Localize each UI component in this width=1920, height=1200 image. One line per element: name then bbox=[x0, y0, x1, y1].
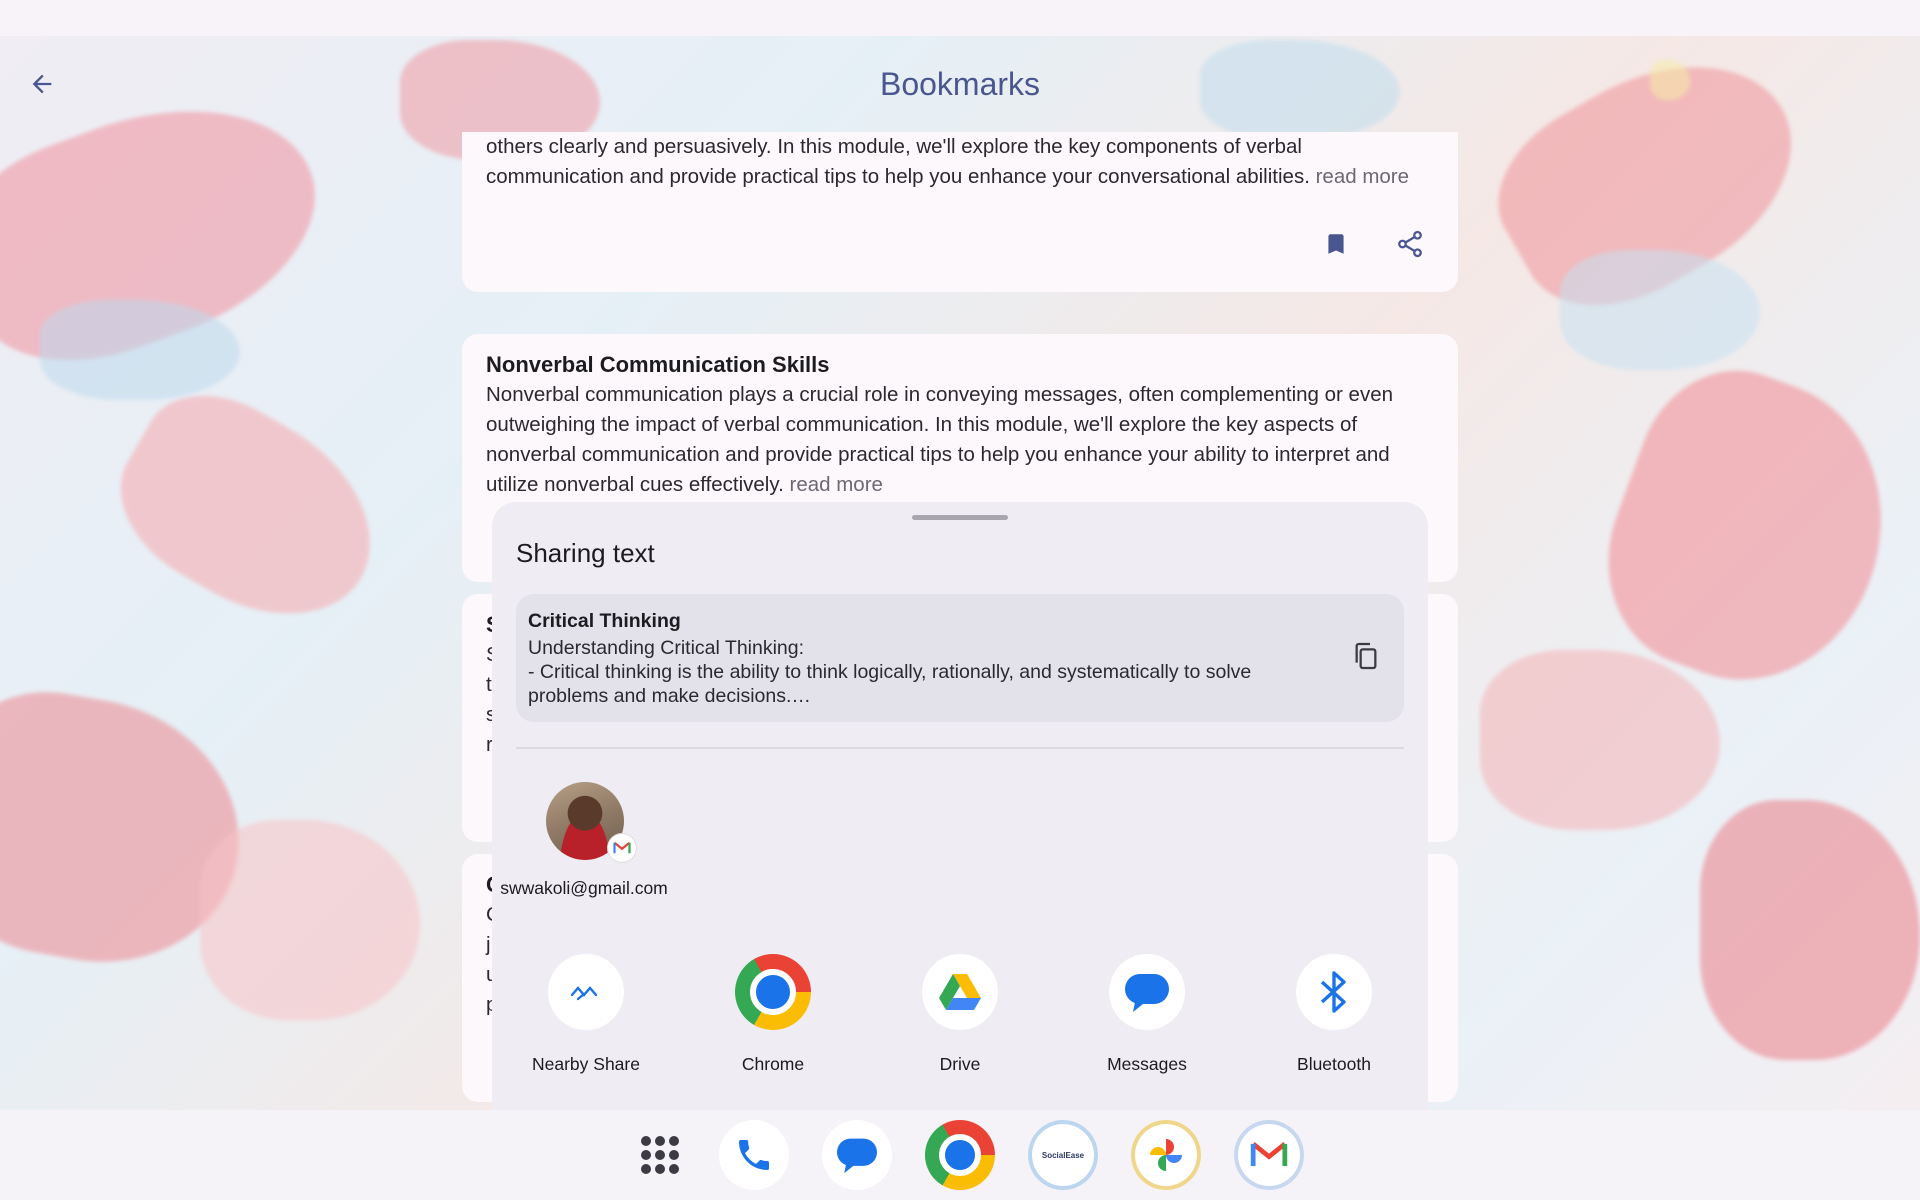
socialease-icon[interactable]: SocialEase bbox=[1028, 1120, 1098, 1190]
gmail-icon[interactable] bbox=[1234, 1120, 1304, 1190]
share-sheet-title: Sharing text bbox=[516, 538, 655, 568]
app-drawer-icon[interactable] bbox=[625, 1120, 695, 1190]
share-target-messages[interactable]: Messages bbox=[1072, 954, 1222, 1075]
bookmark-card[interactable]: personal or professional life. It's an e… bbox=[462, 132, 1458, 292]
share-target-label: Nearby Share bbox=[532, 1054, 640, 1074]
nearby-share-icon bbox=[548, 954, 624, 1030]
card-title: Nonverbal Communication Skills bbox=[486, 352, 830, 377]
share-preview: Critical Thinking Understanding Critical… bbox=[516, 594, 1404, 722]
share-target-label: Bluetooth bbox=[1297, 1054, 1371, 1074]
chrome-icon[interactable] bbox=[925, 1120, 995, 1190]
divider bbox=[516, 747, 1404, 749]
share-target-chrome[interactable]: Chrome bbox=[698, 954, 848, 1075]
messages-icon[interactable] bbox=[822, 1120, 892, 1190]
read-more-link[interactable]: read more bbox=[790, 473, 883, 496]
share-target-label: Chrome bbox=[741, 1054, 805, 1074]
share-button[interactable] bbox=[1392, 226, 1428, 262]
copy-icon bbox=[1355, 642, 1377, 670]
card-body-text: Nonverbal communication plays a crucial … bbox=[486, 383, 1394, 496]
drive-icon bbox=[922, 954, 998, 1030]
chrome-icon bbox=[735, 954, 811, 1030]
messages-icon bbox=[1109, 954, 1185, 1030]
bookmark-button[interactable] bbox=[1318, 226, 1354, 262]
bookmark-filled-icon bbox=[1328, 234, 1344, 254]
top-app-bar: Bookmarks bbox=[0, 36, 1920, 132]
taskbar: SocialEase bbox=[0, 1110, 1920, 1200]
contact-email: swwakoli@gmail.com bbox=[500, 878, 668, 898]
share-target-label: Drive bbox=[939, 1054, 981, 1074]
gmail-badge-icon bbox=[608, 834, 636, 862]
share-icon bbox=[1398, 230, 1422, 258]
read-more-link[interactable]: read more bbox=[1316, 165, 1409, 188]
card-body: personal or professional life. It's an e… bbox=[486, 132, 1434, 192]
card-body: Nonverbal communication plays a crucial … bbox=[486, 380, 1434, 500]
socialease-label: SocialEase bbox=[1041, 1150, 1085, 1160]
photos-icon[interactable] bbox=[1131, 1120, 1201, 1190]
phone-icon[interactable] bbox=[719, 1120, 789, 1190]
bluetooth-icon bbox=[1296, 954, 1372, 1030]
drag-handle[interactable] bbox=[912, 515, 1008, 520]
share-target-bluetooth[interactable]: Bluetooth bbox=[1259, 954, 1409, 1075]
copy-button[interactable] bbox=[1344, 634, 1388, 678]
status-bar bbox=[0, 0, 1920, 36]
share-target-label: Messages bbox=[1107, 1054, 1187, 1074]
page-title: Bookmarks bbox=[879, 66, 1041, 102]
share-target-nearby-share[interactable]: Nearby Share bbox=[511, 954, 661, 1075]
preview-title: Critical Thinking bbox=[528, 610, 681, 632]
card-body-text: personal or professional life. It's an e… bbox=[486, 135, 1310, 188]
share-sheet: Sharing text Critical Thinking Understan… bbox=[492, 502, 1428, 1110]
share-target-drive[interactable]: Drive bbox=[885, 954, 1035, 1075]
preview-text: Understanding Critical Thinking: - Criti… bbox=[528, 637, 1252, 707]
card-actions bbox=[1318, 226, 1428, 262]
